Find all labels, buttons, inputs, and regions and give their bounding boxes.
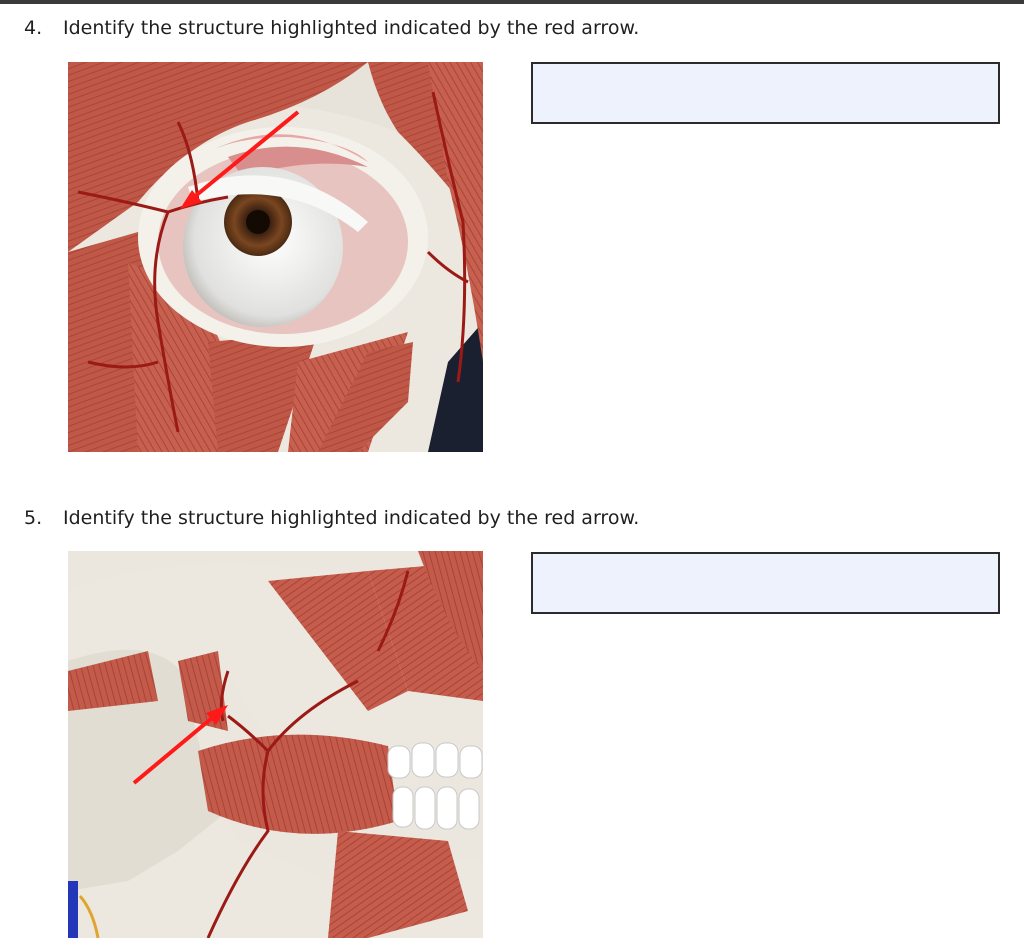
question-4-prompt: Identify the structure highlighted indic…: [63, 17, 640, 39]
eye-orbit-illustration: [68, 62, 483, 452]
question-4-answer-field[interactable]: [531, 62, 1000, 124]
page-top-border: [0, 0, 1024, 4]
jaw-muscle-illustration: [68, 551, 483, 938]
question-5-figure: [68, 551, 483, 938]
question-4-figure: [68, 62, 483, 452]
question-5-prompt: Identify the structure highlighted indic…: [63, 507, 640, 529]
question-5-number: 5.: [24, 507, 43, 529]
question-5-answer-field[interactable]: [531, 552, 1000, 614]
question-4-number: 4.: [24, 17, 43, 39]
